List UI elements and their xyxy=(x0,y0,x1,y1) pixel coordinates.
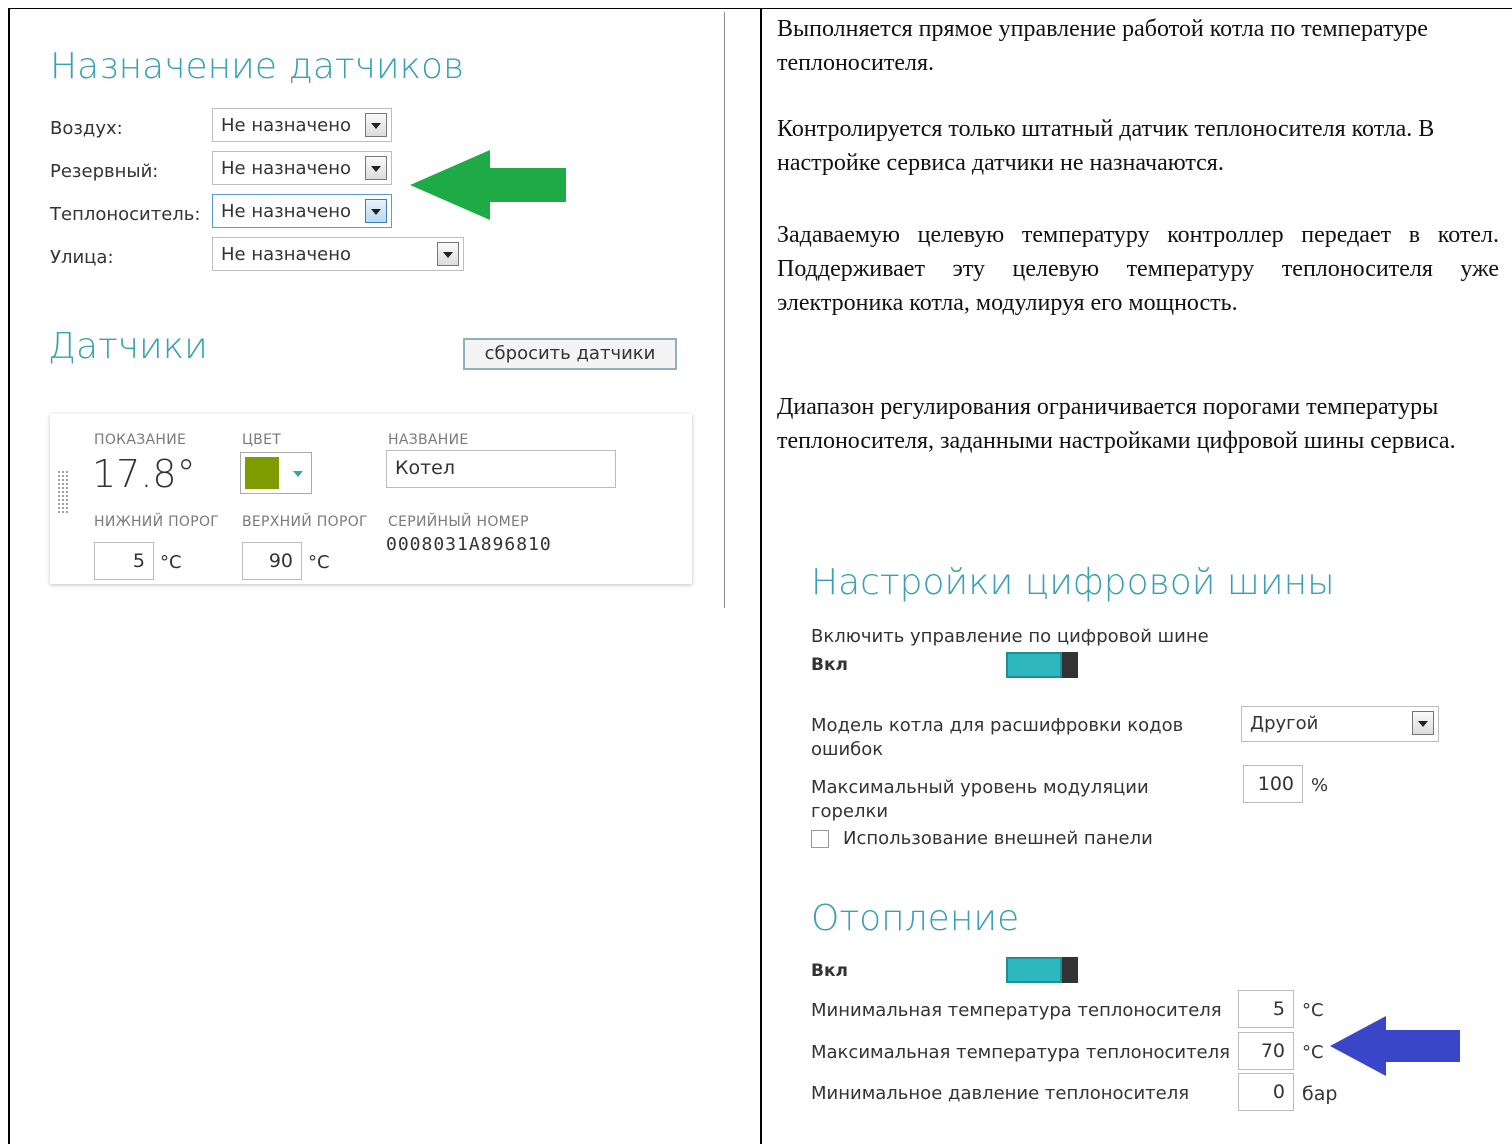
street-sensor-select[interactable]: Не назначено xyxy=(212,237,464,271)
high-threshold-input[interactable]: 90 xyxy=(242,542,302,580)
toggle-knob xyxy=(1062,652,1078,678)
coolant-label: Теплоноситель: xyxy=(50,204,201,225)
air-label: Воздух: xyxy=(50,118,123,139)
air-select-value: Не назначено xyxy=(221,115,351,136)
street-select-value: Не назначено xyxy=(221,244,351,265)
low-threshold-caption: НИЖНИЙ ПОРОГ xyxy=(94,514,220,530)
toggle-on-track xyxy=(1006,957,1062,983)
heating-state: Вкл xyxy=(811,961,848,981)
chevron-down-icon[interactable] xyxy=(1412,711,1434,735)
green-arrow-icon xyxy=(410,150,566,220)
sensor-reading: 17.8° xyxy=(92,452,196,496)
chevron-down-icon[interactable] xyxy=(365,199,387,223)
sensors-assign-title: Назначение датчиков xyxy=(50,46,465,87)
reserve-select-value: Не назначено xyxy=(221,158,351,179)
low-threshold-input[interactable]: 5 xyxy=(94,542,154,580)
color-picker[interactable] xyxy=(240,452,312,494)
caret-down-icon xyxy=(293,471,303,477)
enable-bus-toggle[interactable] xyxy=(1006,652,1078,678)
boiler-model-value: Другой xyxy=(1250,713,1319,734)
modulation-unit: % xyxy=(1311,775,1329,796)
paragraph-target-temperature: Задаваемую целевую температуру контролле… xyxy=(777,222,1499,316)
high-threshold-unit: °C xyxy=(308,552,330,573)
paragraph-controlled-sensor: Контролируется только штатный датчик теп… xyxy=(777,116,1435,176)
boiler-model-select[interactable]: Другой xyxy=(1241,706,1439,742)
chevron-down-icon[interactable] xyxy=(437,242,459,266)
toggle-on-track xyxy=(1006,652,1062,678)
color-chip xyxy=(245,457,279,489)
enable-bus-label: Включить управление по цифровой шине xyxy=(811,626,1209,647)
chevron-down-icon[interactable] xyxy=(365,113,387,137)
sensors-title: Датчики xyxy=(48,326,208,367)
enable-bus-state: Вкл xyxy=(811,655,848,675)
min-pressure-input[interactable]: 0 xyxy=(1238,1073,1294,1111)
sensor-settings-screenshot: Назначение датчиков Воздух: Не назначено… xyxy=(20,12,725,608)
reserve-sensor-select[interactable]: Не назначено xyxy=(212,151,392,185)
low-threshold-unit: °C xyxy=(160,552,182,573)
name-caption: НАЗВАНИЕ xyxy=(388,432,469,448)
external-panel-label: Использование внешней панели xyxy=(843,828,1153,849)
paragraph-regulation-range: Диапазон регулирования ограничивается по… xyxy=(777,394,1456,454)
toggle-knob xyxy=(1062,957,1078,983)
external-panel-checkbox[interactable] xyxy=(811,830,829,848)
blue-arrow-icon xyxy=(1330,1016,1460,1076)
high-threshold-caption: ВЕРХНИЙ ПОРОГ xyxy=(242,514,368,530)
modulation-input[interactable]: 100 xyxy=(1243,765,1303,803)
sensor-name-input[interactable]: Котел xyxy=(386,450,616,488)
chevron-down-icon[interactable] xyxy=(365,156,387,180)
sensor-card: ПОКАЗАНИЕ ЦВЕТ НАЗВАНИЕ 17.8° Котел НИЖН… xyxy=(50,414,692,584)
street-label: Улица: xyxy=(50,247,114,268)
air-sensor-select[interactable]: Не назначено xyxy=(212,108,392,142)
coolant-select-value: Не назначено xyxy=(221,201,351,222)
reserve-label: Резервный: xyxy=(50,161,159,182)
modulation-label: Максимальный уровень модуляции горелки xyxy=(811,777,1149,822)
reset-sensors-button[interactable]: сбросить датчики xyxy=(463,338,677,370)
column-divider xyxy=(760,8,762,1144)
min-pressure-unit: бар xyxy=(1302,1083,1338,1105)
color-caption: ЦВЕТ xyxy=(242,432,282,448)
reading-caption: ПОКАЗАНИЕ xyxy=(94,432,187,448)
digital-bus-title: Настройки цифровой шины xyxy=(811,562,1335,603)
heating-toggle[interactable] xyxy=(1006,957,1078,983)
min-temp-input[interactable]: 5 xyxy=(1238,990,1294,1028)
heating-title: Отопление xyxy=(811,898,1020,939)
max-temp-label: Максимальная температура теплоносителя xyxy=(811,1042,1230,1063)
serial-caption: СЕРИЙНЫЙ НОМЕР xyxy=(388,514,529,530)
max-temp-unit: °C xyxy=(1302,1042,1324,1063)
drag-handle-icon[interactable] xyxy=(57,470,69,514)
max-temp-input[interactable]: 70 xyxy=(1238,1032,1294,1070)
coolant-sensor-select[interactable]: Не назначено xyxy=(212,194,392,228)
serial-number: 0008031A896810 xyxy=(386,534,552,555)
boiler-model-label: Модель котла для расшифровки кодов ошибо… xyxy=(811,715,1184,760)
min-pressure-label: Минимальное давление теплоносителя xyxy=(811,1083,1190,1104)
min-temp-unit: °C xyxy=(1302,1000,1324,1021)
paragraph-direct-control: Выполняется прямое управление работой ко… xyxy=(777,16,1428,76)
min-temp-label: Минимальная температура теплоносителя xyxy=(811,1000,1222,1021)
